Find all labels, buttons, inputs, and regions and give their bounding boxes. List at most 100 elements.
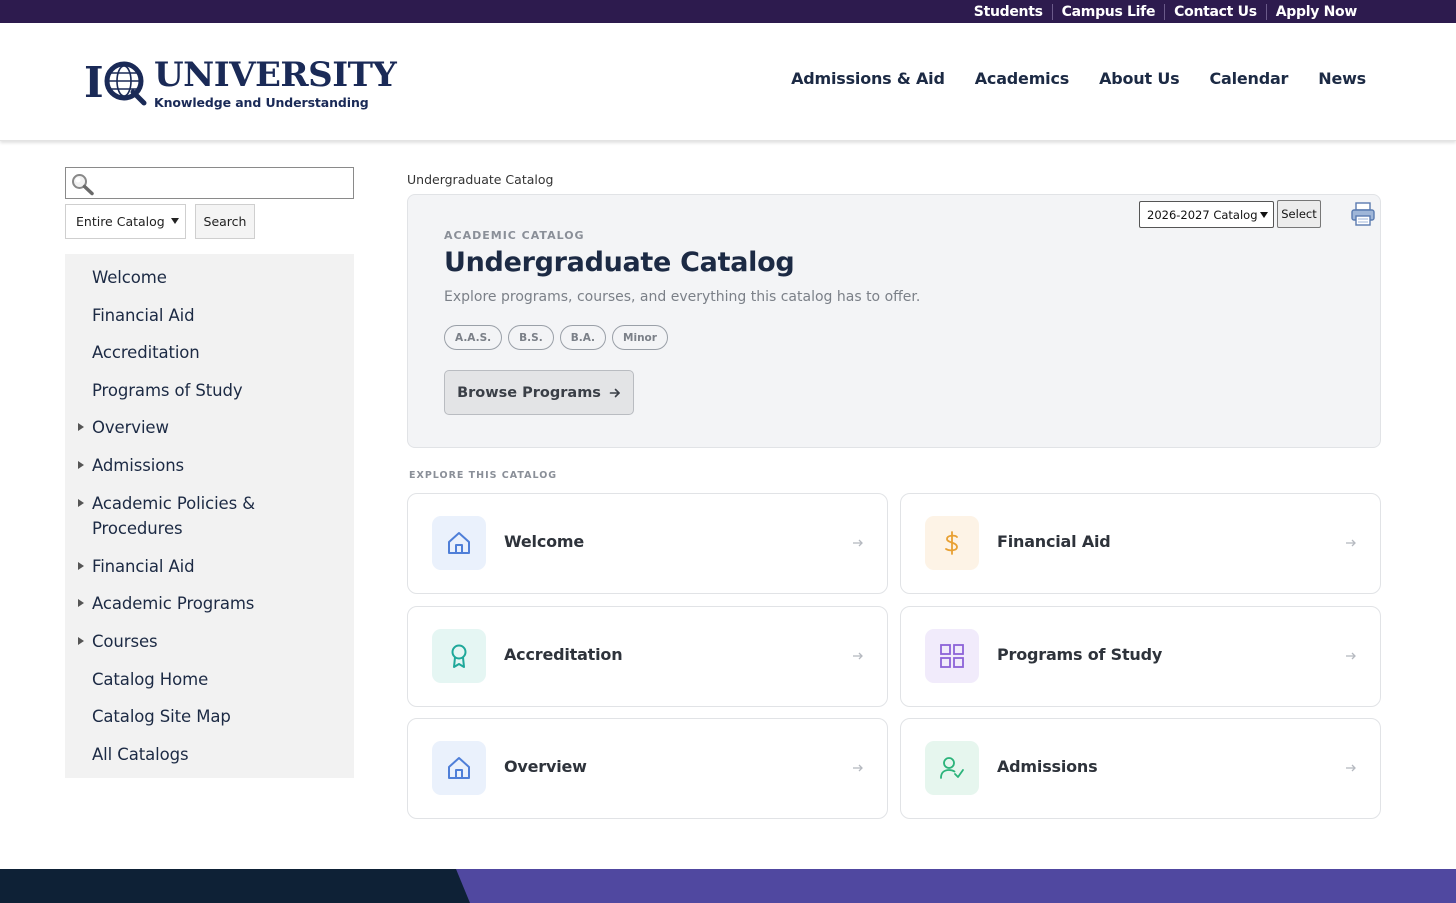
search-scope-select[interactable]: Entire Catalog	[65, 204, 186, 239]
card-title: Admissions	[997, 757, 1098, 776]
sidebar-item-label: Accreditation	[92, 343, 200, 362]
utility-nav: Students Campus Life Contact Us Apply No…	[965, 0, 1366, 23]
hero-subtitle: Explore programs, courses, and everythin…	[444, 289, 921, 305]
browse-programs-label: Browse Programs	[457, 384, 601, 401]
arrow-right-icon	[853, 539, 863, 547]
arrow-right-icon	[609, 388, 620, 397]
home-icon	[448, 757, 470, 779]
university-logo[interactable]: I UNIVERSITY Knowledge and Understanding	[84, 55, 397, 113]
sidebar-item-all-catalogs[interactable]: All Catalogs	[92, 742, 342, 767]
nav-about-us[interactable]: About Us	[1099, 69, 1180, 88]
site-header: I UNIVERSITY Knowledge and Understanding…	[0, 23, 1456, 141]
sidebar-item-academic-policies[interactable]: Academic Policies & Procedures	[78, 491, 282, 541]
expand-triangle-icon[interactable]	[78, 423, 84, 431]
card-title: Financial Aid	[997, 532, 1111, 551]
card-title: Overview	[504, 757, 587, 776]
explore-card-welcome[interactable]: Welcome	[407, 493, 888, 594]
explore-section-label: EXPLORE THIS CATALOG	[409, 470, 558, 481]
card-icon-tile	[432, 516, 486, 570]
catalog-hero: 2026-2027 Catalog Select ACADEMIC CATALO…	[407, 194, 1381, 448]
browse-programs-button[interactable]: Browse Programs	[444, 370, 634, 415]
sidebar-item-financial-aid[interactable]: Financial Aid	[92, 303, 342, 328]
nav-calendar[interactable]: Calendar	[1209, 69, 1288, 88]
degree-tags: A.A.S. B.S. B.A. Minor	[444, 325, 668, 350]
sidebar-item-label: Programs of Study	[92, 381, 243, 400]
catalog-select-button[interactable]: Select	[1277, 200, 1321, 228]
svg-text:I: I	[84, 58, 104, 107]
sidebar-item-label: Catalog Site Map	[92, 707, 231, 726]
catalog-search-input[interactable]	[65, 167, 354, 199]
utility-link-campus-life[interactable]: Campus Life	[1051, 3, 1165, 20]
user-check-icon	[940, 757, 964, 779]
expand-triangle-icon[interactable]	[78, 461, 84, 469]
card-title: Programs of Study	[997, 645, 1163, 664]
search-button[interactable]: Search	[195, 204, 255, 239]
arrow-right-icon	[1346, 539, 1356, 547]
card-title: Welcome	[504, 532, 585, 551]
utility-bar: Students Campus Life Contact Us Apply No…	[0, 0, 1456, 23]
utility-link-students[interactable]: Students	[965, 4, 1052, 20]
dollar-icon	[945, 531, 958, 555]
degree-tag-bs: B.S.	[508, 325, 554, 350]
explore-card-programs-of-study[interactable]: Programs of Study	[900, 606, 1381, 707]
nav-admissions-aid[interactable]: Admissions & Aid	[791, 69, 945, 88]
catalog-sidebar-nav: Welcome Financial Aid Accreditation Prog…	[65, 254, 354, 778]
breadcrumb: Undergraduate Catalog	[407, 172, 554, 187]
sidebar-item-courses[interactable]: Courses	[78, 629, 342, 654]
home-icon	[448, 532, 470, 554]
sidebar-item-label: Admissions	[92, 456, 185, 475]
utility-link-contact-us[interactable]: Contact Us	[1164, 3, 1266, 20]
hero-eyebrow: ACADEMIC CATALOG	[444, 229, 585, 242]
card-icon-tile	[925, 741, 979, 795]
search-scope-value: Entire Catalog	[76, 214, 165, 229]
arrow-right-icon	[853, 652, 863, 660]
page-title: Undergraduate Catalog	[444, 247, 795, 278]
card-icon-tile	[925, 629, 979, 683]
expand-triangle-icon[interactable]	[78, 562, 84, 570]
explore-card-financial-aid[interactable]: Financial Aid	[900, 493, 1381, 594]
main-nav: Admissions & Aid Academics About Us Cale…	[791, 69, 1366, 88]
sidebar-item-label: All Catalogs	[92, 745, 189, 764]
card-icon-tile	[432, 741, 486, 795]
explore-card-admissions[interactable]: Admissions	[900, 718, 1381, 819]
explore-card-overview[interactable]: Overview	[407, 718, 888, 819]
sidebar-item-catalog-home[interactable]: Catalog Home	[92, 667, 342, 692]
arrow-right-icon	[853, 764, 863, 772]
chevron-down-icon	[1260, 212, 1268, 218]
printer-icon[interactable]	[1350, 201, 1376, 227]
sidebar-item-welcome[interactable]: Welcome	[92, 265, 342, 290]
sidebar-item-label: Academic Programs	[92, 594, 255, 613]
utility-link-apply-now[interactable]: Apply Now	[1265, 3, 1366, 20]
sidebar-item-label: Financial Aid	[92, 557, 195, 576]
logo-tagline: Knowledge and Understanding	[154, 95, 369, 110]
sidebar-item-admissions[interactable]: Admissions	[78, 453, 342, 478]
nav-academics[interactable]: Academics	[975, 69, 1070, 88]
magnifier-search-icon	[72, 174, 94, 196]
grid-icon	[940, 644, 964, 668]
sidebar-item-label: Overview	[92, 418, 169, 437]
sidebar-item-programs-of-study[interactable]: Programs of Study	[92, 378, 342, 403]
logo-wordmark: UNIVERSITY	[154, 55, 397, 95]
degree-tag-aas: A.A.S.	[444, 325, 503, 350]
catalog-year-select[interactable]: 2026-2027 Catalog	[1139, 201, 1274, 228]
arrow-right-icon	[1346, 652, 1356, 660]
expand-triangle-icon[interactable]	[78, 637, 84, 645]
sidebar-item-label: Catalog Home	[92, 670, 209, 689]
degree-tag-ba: B.A.	[559, 325, 607, 350]
chevron-down-icon	[171, 218, 179, 224]
explore-card-accreditation[interactable]: Accreditation	[407, 606, 888, 707]
arrow-right-icon	[1346, 764, 1356, 772]
iq-globe-logo-icon: I	[84, 58, 147, 107]
expand-triangle-icon[interactable]	[78, 499, 84, 507]
sidebar-item-overview[interactable]: Overview	[78, 415, 342, 440]
expand-triangle-icon[interactable]	[78, 599, 84, 607]
sidebar-item-academic-programs[interactable]: Academic Programs	[78, 591, 342, 616]
degree-tag-minor: Minor	[612, 325, 668, 350]
sidebar-item-financial-aid-section[interactable]: Financial Aid	[78, 554, 342, 579]
card-title: Accreditation	[504, 645, 623, 664]
sidebar-item-catalog-site-map[interactable]: Catalog Site Map	[92, 704, 342, 729]
nav-news[interactable]: News	[1318, 69, 1366, 88]
sidebar-item-accreditation[interactable]: Accreditation	[92, 340, 342, 365]
card-icon-tile	[925, 516, 979, 570]
footer-band-accent	[456, 869, 1456, 903]
